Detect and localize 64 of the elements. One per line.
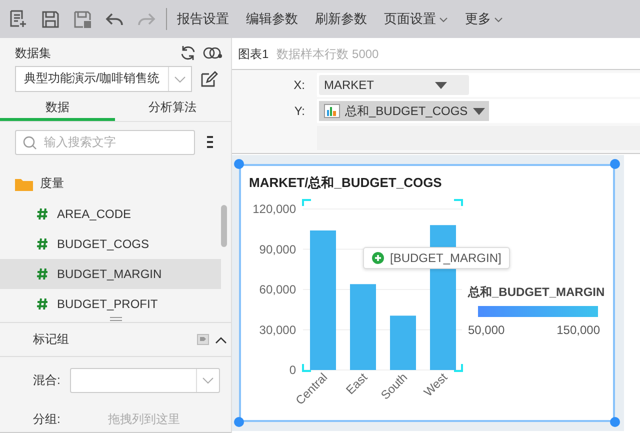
hash-icon bbox=[37, 298, 48, 310]
dropdown-icon bbox=[435, 82, 447, 88]
hash-icon bbox=[37, 238, 48, 250]
hash-icon bbox=[37, 208, 48, 220]
add-icon[interactable] bbox=[372, 252, 384, 264]
tick-label: 30,000 bbox=[259, 322, 296, 337]
resize-handle[interactable] bbox=[234, 159, 244, 169]
tick-label: 0 bbox=[289, 363, 296, 377]
caret-icon bbox=[494, 16, 503, 24]
chart-title: MARKET/总和_BUDGET_COGS bbox=[248, 174, 443, 192]
dropdown-icon bbox=[472, 108, 485, 114]
caret-icon bbox=[439, 16, 448, 24]
resize-handle[interactable] bbox=[234, 417, 244, 427]
tab[interactable]: 分析算法 bbox=[115, 98, 230, 121]
collapse-icon[interactable] bbox=[215, 336, 227, 344]
resize-handle-icon[interactable] bbox=[110, 316, 122, 321]
save-icon[interactable] bbox=[40, 8, 61, 30]
refresh-icon[interactable] bbox=[179, 44, 197, 62]
bar-chart-icon bbox=[324, 104, 340, 118]
tree-item[interactable]: AREA_CODE bbox=[0, 198, 221, 229]
tick-label: 120,000 bbox=[252, 202, 296, 216]
folder-icon bbox=[15, 176, 33, 191]
sample-info: 数据样本行数 5000 bbox=[276, 46, 379, 63]
search-icon bbox=[23, 136, 37, 150]
tree-item[interactable]: BUDGET_PROFIT bbox=[0, 288, 221, 316]
tick-label: 60,000 bbox=[259, 282, 296, 296]
dataset-select[interactable]: 典型功能演示/咖啡销售统 bbox=[15, 66, 192, 92]
tick-label: 90,000 bbox=[259, 242, 296, 256]
save-as-icon[interactable] bbox=[72, 8, 93, 30]
toolbar-button[interactable]: 报告设置 bbox=[177, 10, 229, 28]
tag-icon[interactable] bbox=[197, 334, 209, 346]
scrollbar-thumb[interactable] bbox=[221, 204, 227, 247]
toolbar-button[interactable]: 编辑参数 bbox=[246, 10, 298, 28]
field-pill[interactable]: MARKET bbox=[319, 75, 469, 95]
menu-button[interactable]: 页面设置 bbox=[384, 10, 448, 28]
menu-button[interactable]: 更多 bbox=[465, 10, 503, 28]
search-field[interactable]: 输入搜索文字 bbox=[15, 130, 195, 155]
join-icon[interactable] bbox=[203, 45, 223, 62]
field-pill[interactable]: 总和_BUDGET_COGS bbox=[319, 101, 489, 121]
resize-handle[interactable] bbox=[610, 417, 620, 427]
new-report-icon[interactable] bbox=[8, 8, 29, 30]
legend-label: 50,000 bbox=[468, 323, 505, 337]
tree-item[interactable]: BUDGET_COGS bbox=[0, 228, 221, 259]
drop-hint: 拖拽列到这里 bbox=[108, 410, 180, 428]
chart-tab[interactable]: 图表1 bbox=[238, 46, 269, 63]
axis-label: X: bbox=[292, 78, 306, 92]
section-title: 标记组 bbox=[33, 331, 70, 348]
panel-title: 数据集 bbox=[15, 44, 52, 62]
chevron-icon bbox=[202, 375, 214, 386]
axis-label: Y: bbox=[293, 104, 306, 118]
resize-handle[interactable] bbox=[610, 159, 620, 169]
field-label: 分组: bbox=[33, 410, 62, 428]
edit-icon[interactable] bbox=[200, 70, 218, 88]
tree-item[interactable]: BUDGET_MARGIN bbox=[0, 258, 221, 289]
tree-item[interactable]: 度量 bbox=[0, 168, 221, 199]
toolbar-button[interactable]: 刷新参数 bbox=[315, 10, 367, 28]
legend-label: 150,000 bbox=[556, 323, 600, 337]
hash-icon bbox=[37, 268, 48, 280]
chevron-icon bbox=[174, 74, 186, 84]
legend-title: 总和_BUDGET_MARGIN bbox=[468, 284, 605, 301]
tab[interactable]: 数据 bbox=[0, 98, 115, 121]
tooltip: [BUDGET_MARGIN] bbox=[363, 247, 510, 269]
more-icon[interactable] bbox=[207, 135, 213, 150]
field-label: 混合: bbox=[33, 372, 62, 389]
